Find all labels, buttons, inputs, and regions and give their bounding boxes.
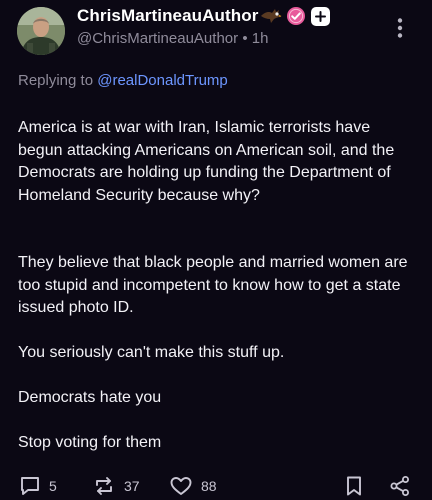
post-paragraph: America is at war with Iran, Islamic ter… (18, 119, 395, 204)
replying-to-link[interactable]: @realDonaldTrump (97, 72, 228, 89)
post-timestamp[interactable]: 1h (252, 30, 269, 47)
share-icon (390, 476, 409, 496)
author-name[interactable]: ChrisMartineauAuthor (77, 6, 258, 26)
like-button[interactable]: 88 (169, 472, 217, 500)
reply-count: 5 (49, 478, 57, 494)
bookmark-icon (347, 476, 361, 496)
verified-badge-icon (286, 6, 306, 26)
post-card: ChrisMartineauAuthor @ChrisMartineauAuth… (0, 0, 432, 500)
handle-separator: • (242, 30, 248, 47)
post-paragraph: Democrats hate you (18, 389, 162, 406)
post-paragraph: They believe that black people and marri… (18, 254, 408, 316)
author-handle[interactable]: @ChrisMartineauAuthor (77, 30, 238, 47)
author-row: ChrisMartineauAuthor (77, 6, 331, 26)
repost-button[interactable]: 37 (92, 472, 140, 500)
repost-arrows-icon (96, 477, 112, 495)
repost-count: 37 (124, 478, 140, 494)
share-button[interactable] (389, 472, 411, 500)
vertical-ellipsis-icon (397, 18, 403, 38)
post-paragraph: You seriously can't make this stuff up. (18, 344, 285, 361)
handle-line: @ChrisMartineauAuthor • 1h (77, 30, 268, 47)
action-bar: 5 37 88 (0, 472, 432, 500)
bookmark-button[interactable] (344, 472, 364, 500)
eagle-icon (260, 7, 282, 25)
replying-to: Replying to @realDonaldTrump (18, 72, 228, 89)
like-count: 88 (201, 478, 217, 494)
plus-icon (315, 10, 327, 22)
speech-bubble-icon (21, 477, 39, 495)
more-options-button[interactable] (390, 16, 410, 40)
heart-icon (170, 477, 192, 495)
replying-to-label: Replying to (18, 72, 94, 89)
follow-button[interactable] (311, 6, 331, 26)
post-paragraph: Stop voting for them (18, 434, 162, 451)
reply-button[interactable]: 5 (19, 472, 57, 500)
avatar[interactable] (17, 7, 65, 55)
